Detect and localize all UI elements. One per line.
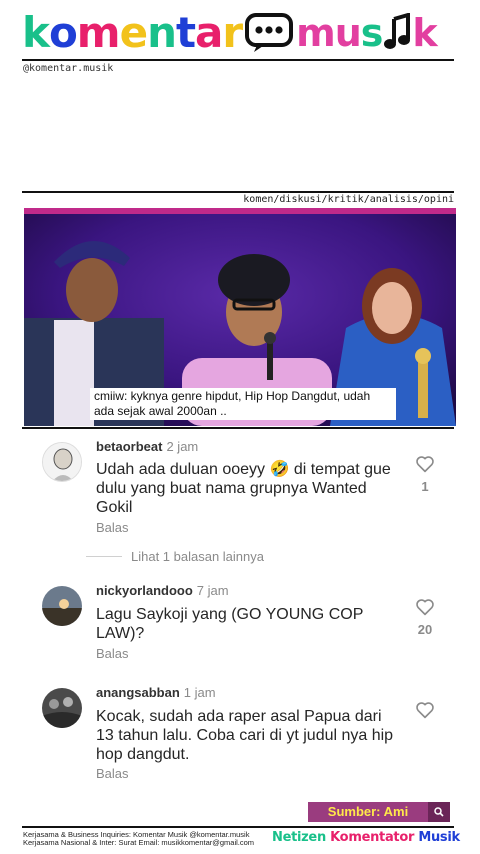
comment-header: nickyorlandooo 7 jam [96,583,229,598]
view-more-replies[interactable]: Lihat 1 balasan lainnya [86,549,264,564]
comment-username[interactable]: betaorbeat [96,439,162,454]
reply-button[interactable]: Balas [96,520,129,535]
avatar-image [43,443,81,481]
more-replies-label[interactable]: Lihat 1 balasan lainnya [131,549,264,564]
music-note-icon [384,13,411,49]
reply-button[interactable]: Balas [96,766,129,781]
heart-icon[interactable] [415,455,435,473]
avatar[interactable] [42,586,82,626]
video-caption: cmiiw: kyknya genre hipdut, Hip Hop Dang… [90,388,396,420]
like-count: 20 [417,622,433,637]
komentar-musik-logo: komentar mus k [22,10,458,56]
search-icon [428,802,450,822]
comment-header: anangsabban 1 jam [96,685,216,700]
comment-text: Lagu Saykoji yang (GO YOUNG COP LAW)? [96,606,364,642]
avatar[interactable] [42,688,82,728]
comment-text: Udah ada duluan ooeyy 🤣 di tempat gue du… [96,461,391,516]
like-count: 1 [421,479,429,494]
topic-tags: komen/diskusi/kritik/analisis/opini [243,194,454,205]
footer-divider [22,826,454,828]
comment-username[interactable]: anangsabban [96,685,180,700]
netizen-komentator-musik-logo: Netizen Komentator Musik [272,830,460,845]
video-divider [22,427,454,429]
avatar-image [42,586,82,626]
business-inquiries: Kerjasama & Business Inquiries: Komentar… [23,830,255,847]
comment-time: 1 jam [183,685,216,700]
section-divider [22,191,454,193]
account-handle: @komentar.musik [23,63,114,74]
comment-username[interactable]: nickyorlandooo [96,583,193,598]
logo-wordmark-k: k [412,11,437,55]
comment-header: betaorbeat 2 jam [96,439,198,454]
comment-text: Kocak, sudah ada raper asal Papua dari 1… [96,708,394,763]
logo-wordmark-musik: mus [296,11,383,55]
avatar-image [42,688,82,728]
heart-icon[interactable] [415,598,435,616]
comment-time: 2 jam [166,439,199,454]
source-badge: Sumber: Ami [308,802,450,822]
source-label: Sumber: Ami [308,802,428,822]
reply-button[interactable]: Balas [96,646,129,661]
comment-time: 7 jam [196,583,229,598]
avatar[interactable] [42,442,82,482]
logo-wordmark-komentar: komentar [22,8,243,57]
chat-bubble-icon [245,13,294,52]
header-divider [22,59,454,61]
heart-icon[interactable] [415,701,435,719]
more-replies-line [86,556,122,557]
